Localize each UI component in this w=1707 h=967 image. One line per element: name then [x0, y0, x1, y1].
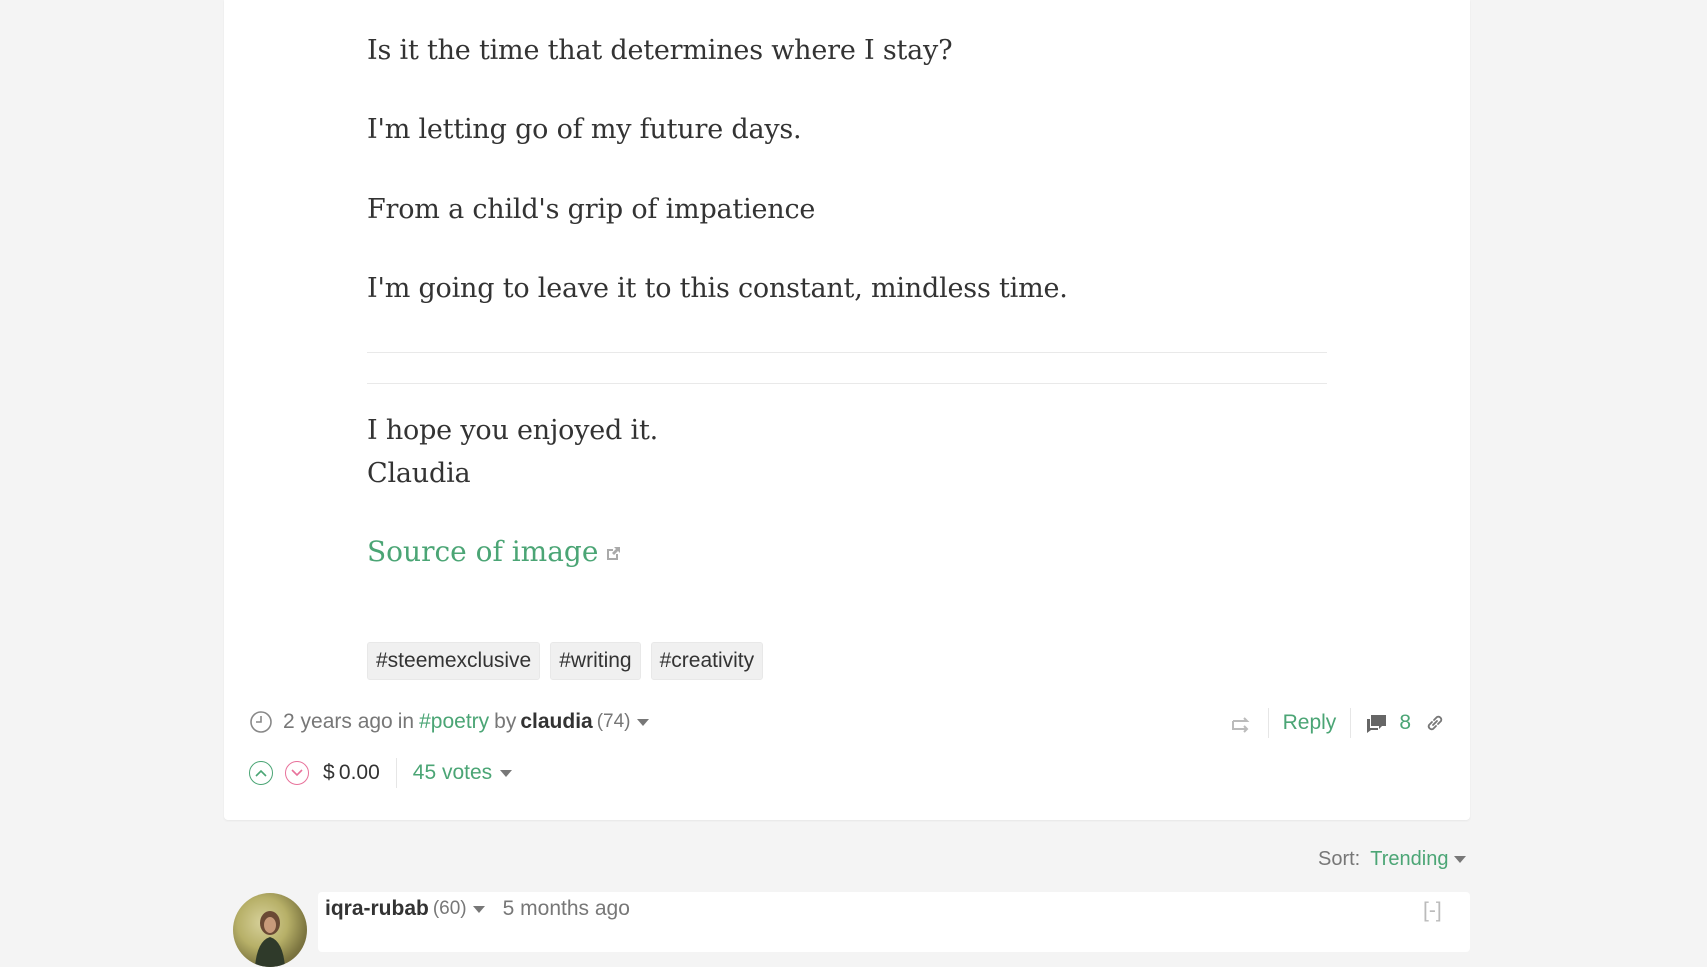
downvote-button[interactable]	[285, 761, 309, 785]
closing-line: I hope you enjoyed it.	[367, 415, 658, 446]
signature: Claudia	[367, 458, 471, 489]
divider	[395, 758, 397, 788]
source-link-label: Source of image	[367, 535, 599, 568]
permalink-icon[interactable]	[1425, 713, 1445, 733]
comment-author-link[interactable]: iqra-rubab	[325, 897, 429, 921]
sort-label: Sort:	[1318, 848, 1361, 870]
post-line: From a child's grip of impatience	[367, 194, 816, 225]
post-actions: Reply 8	[1230, 708, 1445, 738]
tag-steemexclusive[interactable]: #steemexclusive	[367, 642, 541, 680]
chevron-down-icon[interactable]	[500, 769, 513, 777]
avatar-image	[255, 911, 285, 967]
divider	[1267, 708, 1269, 738]
tag-list: #steemexclusive #writing #creativity	[367, 642, 764, 680]
chevron-down-icon	[291, 769, 303, 777]
collapse-comment-button[interactable]: [-]	[1423, 899, 1442, 923]
post-time[interactable]: 2 years ago	[283, 710, 393, 734]
comment-count[interactable]: 8	[1399, 711, 1411, 735]
comment-header: iqra-rubab (60) 5 months ago	[325, 897, 630, 921]
source-of-image-link[interactable]: Source of image	[367, 535, 622, 570]
chevron-down-icon[interactable]	[1454, 856, 1467, 863]
reply-button[interactable]: Reply	[1283, 711, 1337, 735]
author-link[interactable]: claudia	[520, 710, 592, 734]
comment-author-reputation: (60)	[432, 898, 467, 919]
vote-row: $ 0.00 45 votes	[249, 758, 513, 788]
category-link[interactable]: #poetry	[419, 710, 489, 734]
resteem-icon[interactable]	[1230, 712, 1254, 734]
comments-icon[interactable]	[1365, 712, 1389, 734]
external-link-icon	[604, 537, 622, 570]
chevron-down-icon[interactable]	[636, 718, 649, 726]
comment-time[interactable]: 5 months ago	[503, 897, 630, 921]
divider	[1350, 708, 1352, 738]
upvote-button[interactable]	[249, 761, 273, 785]
divider	[367, 383, 1327, 384]
sort-dropdown[interactable]: Trending	[1370, 848, 1448, 871]
chevron-down-icon[interactable]	[472, 905, 485, 913]
chevron-up-icon	[255, 769, 267, 777]
sort-control: Sort: Trending	[1318, 848, 1467, 871]
in-label: in	[397, 710, 415, 733]
divider	[367, 352, 1327, 353]
payout-amount[interactable]: $ 0.00	[323, 761, 380, 785]
post-meta: 2 years ago in #poetry by claudia (74)	[249, 710, 649, 734]
tag-writing[interactable]: #writing	[550, 642, 641, 680]
post-line: I'm letting go of my future days.	[367, 114, 802, 145]
avatar[interactable]	[233, 893, 307, 967]
by-label: by	[494, 710, 517, 733]
tag-creativity[interactable]: #creativity	[650, 642, 764, 680]
clock-icon	[249, 710, 273, 734]
post-line: Is it the time that determines where I s…	[367, 35, 953, 66]
post-line: I'm going to leave it to this constant, …	[367, 273, 1068, 304]
author-reputation: (74)	[596, 711, 631, 732]
votes-dropdown[interactable]: 45 votes	[413, 761, 492, 785]
